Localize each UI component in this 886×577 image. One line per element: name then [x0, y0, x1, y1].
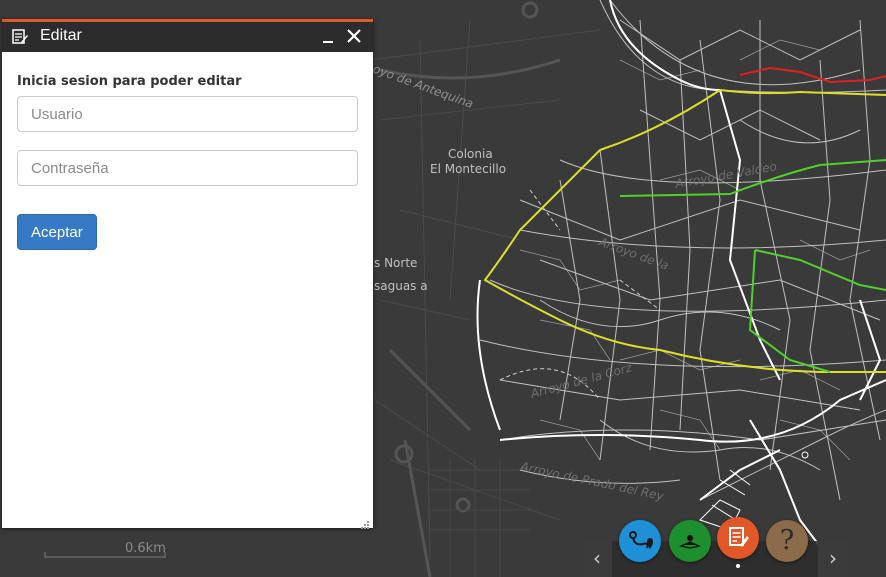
- route-tool-button[interactable]: [619, 520, 661, 562]
- active-indicator: [736, 564, 740, 568]
- panel-header[interactable]: Editar: [2, 22, 373, 52]
- route-pin-icon: [629, 531, 653, 549]
- minimize-icon[interactable]: [322, 24, 336, 46]
- map-label-colonia: Colonia: [448, 147, 493, 161]
- layers-tool-button[interactable]: [669, 520, 711, 562]
- scale-label: 0.6km: [125, 541, 166, 556]
- username-input[interactable]: [17, 96, 358, 132]
- close-icon[interactable]: [345, 27, 363, 45]
- chevron-right-icon[interactable]: ›: [818, 541, 848, 577]
- map-label-norte: s Norte: [374, 256, 417, 270]
- login-heading: Inicia sesion para poder editar: [17, 74, 242, 89]
- question-icon: ?: [779, 525, 795, 556]
- edit-document-icon: [729, 527, 749, 547]
- accept-button[interactable]: Aceptar: [17, 214, 97, 250]
- help-tool-button[interactable]: ?: [766, 520, 808, 562]
- edit-tool-button[interactable]: [717, 517, 759, 559]
- edit-document-icon: [12, 29, 28, 45]
- panel-title: Editar: [40, 27, 82, 44]
- person-marker-icon: [678, 535, 702, 549]
- password-input[interactable]: [17, 150, 358, 186]
- panel-body: Inicia sesion para poder editar Aceptar: [2, 52, 373, 250]
- map-label-saguas: saguas a: [374, 279, 428, 293]
- chevron-left-icon[interactable]: ‹: [582, 541, 612, 577]
- map-label-el-montecillo: El Montecillo: [430, 162, 506, 176]
- resize-grip-icon[interactable]: [360, 515, 370, 529]
- edit-panel: Editar Inicia sesion para poder editar A…: [2, 19, 373, 529]
